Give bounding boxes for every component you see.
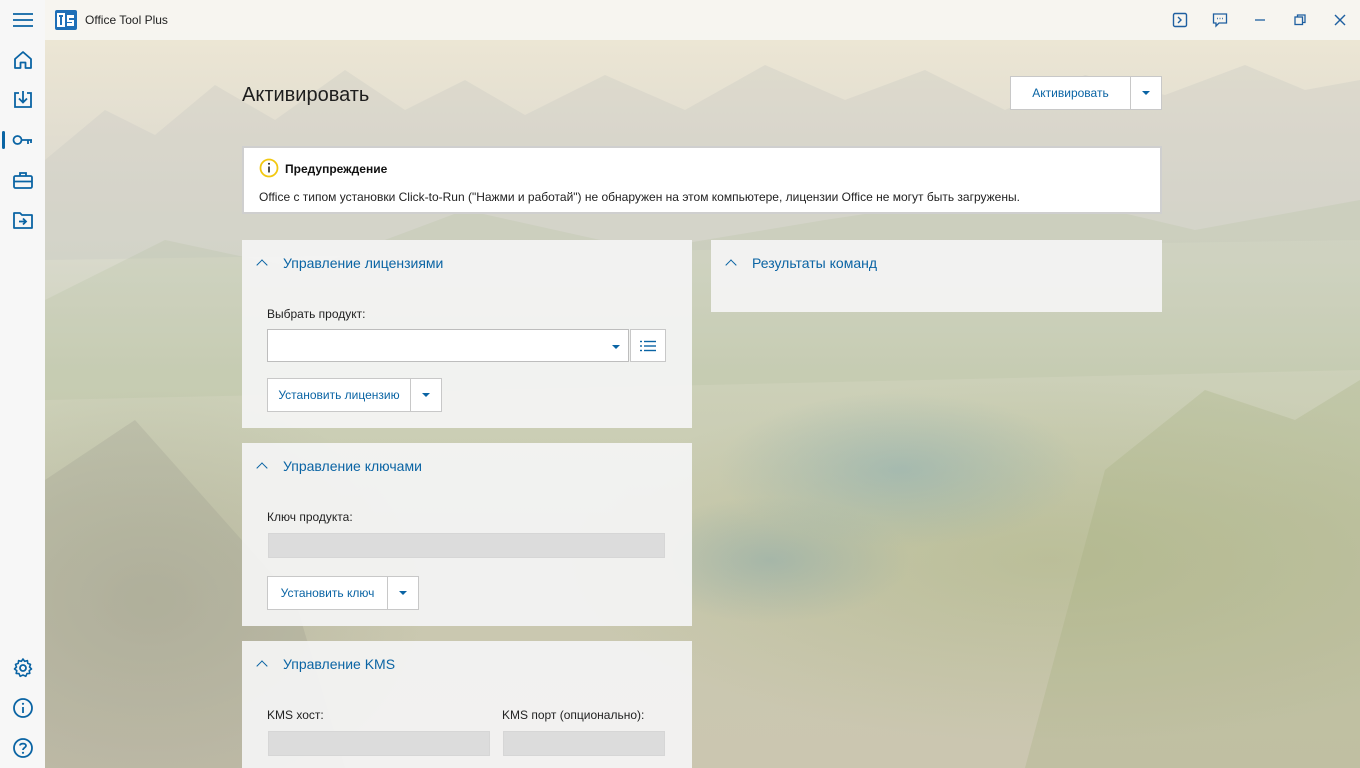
console-button[interactable] <box>1170 10 1190 30</box>
license-panel-title: Управление лицензиями <box>283 255 444 271</box>
chevron-up-icon <box>256 259 268 271</box>
results-panel-header[interactable]: Результаты команд <box>725 255 878 271</box>
restore-icon <box>1294 14 1306 26</box>
console-icon <box>1172 12 1188 28</box>
title-bar: Office Tool Plus <box>0 0 1360 40</box>
chevron-down-icon <box>399 591 407 595</box>
page-title: Активировать <box>242 84 370 106</box>
sidebar <box>0 0 45 768</box>
restore-button[interactable] <box>1290 10 1310 30</box>
kms-port-label: KMS порт (опционально): <box>502 708 645 722</box>
home-icon <box>13 51 32 69</box>
chevron-up-icon <box>725 259 737 271</box>
kms-host-input[interactable] <box>268 731 490 756</box>
install-key-options-button[interactable] <box>388 577 418 609</box>
activate-button[interactable]: Активировать <box>1011 77 1131 109</box>
install-key-button[interactable]: Установить ключ <box>268 577 388 609</box>
help-icon <box>12 738 33 758</box>
product-list-button[interactable] <box>630 329 666 362</box>
info-icon <box>12 698 33 718</box>
close-button[interactable] <box>1330 10 1350 30</box>
minimize-icon <box>1255 19 1265 21</box>
feedback-icon <box>1212 13 1228 28</box>
chevron-up-icon <box>256 660 268 672</box>
activate-split-button: Активировать <box>1010 76 1162 110</box>
warning-title: Предупреждение <box>285 162 388 176</box>
kms-panel-header[interactable]: Управление KMS <box>256 656 396 672</box>
install-license-button[interactable]: Установить лицензию <box>268 379 411 411</box>
sidebar-item-convert[interactable] <box>0 200 45 240</box>
sidebar-item-help[interactable] <box>0 728 45 768</box>
product-select[interactable] <box>267 329 629 362</box>
kms-panel-title: Управление KMS <box>283 656 396 672</box>
product-key-label: Ключ продукта: <box>267 510 353 524</box>
chevron-down-icon <box>1142 91 1150 95</box>
warning-text: Office с типом установки Click-to-Run ("… <box>259 190 1020 204</box>
gear-icon <box>13 658 32 678</box>
sidebar-item-deploy[interactable] <box>0 80 45 120</box>
key-icon <box>12 135 32 145</box>
kms-management-panel: Управление KMS KMS хост: KMS порт (опцио… <box>242 641 692 768</box>
warning-info-icon <box>259 158 279 178</box>
chevron-down-icon <box>612 345 620 349</box>
select-product-label: Выбрать продукт: <box>267 307 366 321</box>
app-logo-icon <box>55 10 77 30</box>
keys-panel-header[interactable]: Управление ключами <box>256 458 422 474</box>
sidebar-item-about[interactable] <box>0 688 45 728</box>
activate-options-button[interactable] <box>1131 77 1161 109</box>
close-icon <box>1334 14 1346 26</box>
list-icon <box>640 340 656 351</box>
download-icon <box>13 91 32 108</box>
sidebar-item-settings[interactable] <box>0 648 45 688</box>
toolbox-icon <box>12 172 33 189</box>
command-results-panel: Результаты команд <box>711 240 1162 312</box>
license-management-panel: Управление лицензиями Выбрать продукт: У… <box>242 240 692 428</box>
chevron-down-icon <box>422 393 430 397</box>
sidebar-item-toolbox[interactable] <box>0 160 45 200</box>
sidebar-item-menu[interactable] <box>0 0 45 40</box>
install-key-split-button: Установить ключ <box>267 576 419 610</box>
minimize-button[interactable] <box>1250 10 1270 30</box>
install-license-split-button: Установить лицензию <box>267 378 442 412</box>
product-key-input[interactable] <box>268 533 665 558</box>
results-panel-title: Результаты команд <box>752 255 878 271</box>
license-panel-header[interactable]: Управление лицензиями <box>256 255 444 271</box>
keys-panel-title: Управление ключами <box>283 458 422 474</box>
import-icon <box>12 212 33 229</box>
chevron-up-icon <box>256 462 268 474</box>
hamburger-icon <box>12 13 33 27</box>
key-management-panel: Управление ключами Ключ продукта: Устано… <box>242 443 692 626</box>
app-title: Office Tool Plus <box>85 13 168 27</box>
kms-host-label: KMS хост: <box>267 708 324 722</box>
sidebar-item-activate[interactable] <box>0 120 45 160</box>
warning-banner: Предупреждение Office с типом установки … <box>242 146 1162 214</box>
sidebar-item-home[interactable] <box>0 40 45 80</box>
install-license-options-button[interactable] <box>411 379 441 411</box>
kms-port-input[interactable] <box>503 731 665 756</box>
feedback-button[interactable] <box>1210 10 1230 30</box>
